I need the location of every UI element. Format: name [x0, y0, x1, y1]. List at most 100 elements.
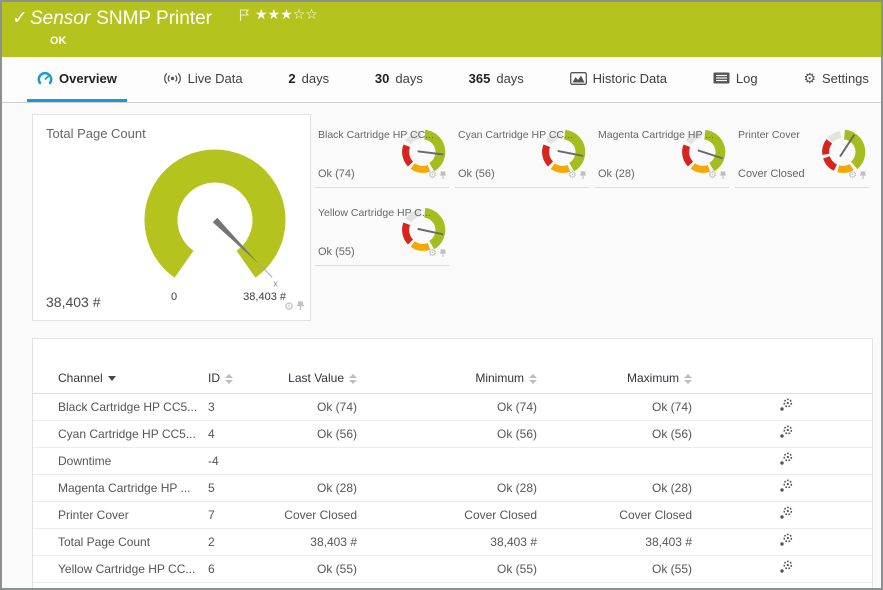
tab-log[interactable]: Log: [703, 57, 768, 102]
tab-label: Live Data: [187, 70, 243, 86]
tile-tools: ⚙: [568, 167, 587, 185]
prtg-sensor-window: ✓ Sensor SNMP Printer ★★★☆☆ OK Overview Li…: [0, 0, 883, 590]
tile-value: Ok (55): [318, 246, 355, 258]
priority-stars[interactable]: ★★★☆☆: [255, 6, 318, 23]
cell-channel: Printer Cover: [58, 501, 208, 529]
cell-channel: Total Page Count: [58, 528, 208, 556]
edit-channel-icon[interactable]: [779, 560, 793, 574]
gear-icon[interactable]: ⚙: [848, 171, 857, 181]
gear-icon[interactable]: ⚙: [284, 302, 294, 313]
gear-icon[interactable]: ⚙: [428, 171, 437, 181]
cell-maximum: Ok (56): [545, 420, 700, 448]
tab-2-days[interactable]: 2 days: [278, 57, 339, 102]
table-row: Yellow Cartridge HP CC... 6 Ok (55) Ok (55)…: [33, 555, 872, 583]
column-label: Last Value: [288, 370, 344, 385]
column-header-last[interactable]: Last Value: [283, 363, 365, 394]
column-header-min[interactable]: Minimum: [365, 363, 545, 394]
tab-365-days[interactable]: 365 days: [459, 57, 534, 102]
column-header-id[interactable]: ID: [208, 363, 283, 394]
tile-title: Magenta Cartridge HP ...: [598, 129, 714, 141]
tab-label: Historic Data: [592, 70, 668, 86]
column-header-max[interactable]: Maximum: [545, 363, 700, 394]
cell-id: -4: [208, 447, 283, 475]
spacer: [33, 447, 58, 475]
spacer: [33, 474, 58, 502]
cell-id: 5: [208, 474, 283, 502]
gear-icon[interactable]: ⚙: [568, 171, 577, 181]
flag-icon[interactable]: [239, 9, 250, 27]
spacer: [33, 420, 58, 448]
tab-label: Log: [735, 70, 758, 86]
pin-icon[interactable]: [579, 167, 587, 185]
tab-settings[interactable]: ⚙ Settings: [793, 57, 879, 102]
cell-minimum: 38,403 #: [365, 528, 545, 556]
spacer: [33, 555, 58, 583]
tile-tools: ⚙: [428, 245, 447, 263]
cell-last-value: 38,403 #: [283, 528, 365, 556]
channel-table-panel: Channel ID Last Value Minimum Maximum Black …: [32, 338, 873, 588]
tab-overview[interactable]: Overview: [27, 57, 127, 102]
tile-value: Ok (74): [318, 168, 355, 180]
tile-title: Yellow Cartridge HP C...: [318, 207, 431, 219]
gauge-scale-max: 38,403 #: [243, 291, 286, 303]
channel-tile-0[interactable]: Black Cartridge HP CC... Ok (74) ⚙: [315, 119, 449, 188]
edit-channel-icon[interactable]: [779, 452, 793, 466]
table-row: Black Cartridge HP CC5... 3 Ok (74) Ok (74)…: [33, 393, 872, 421]
gauge-scale-min: 0: [170, 291, 178, 303]
pin-icon[interactable]: [296, 298, 305, 316]
cell-id: 3: [208, 393, 283, 421]
cell-maximum: Ok (55): [545, 555, 700, 583]
sort-icon: [225, 373, 233, 384]
spacer: [33, 393, 58, 421]
channel-tile-3[interactable]: Printer Cover Cover Closed ⚙: [735, 119, 869, 188]
chart-icon: [569, 71, 587, 85]
channel-tile-4[interactable]: Yellow Cartridge HP C... Ok (55) ⚙: [315, 197, 449, 266]
edit-channel-icon[interactable]: [779, 398, 793, 412]
tile-title: Cyan Cartridge HP CC...: [458, 129, 573, 141]
svg-text:x: x: [273, 278, 278, 288]
cell-id: 6: [208, 555, 283, 583]
table-row: Downtime -4: [33, 447, 872, 475]
pin-icon[interactable]: [439, 245, 447, 263]
edit-channel-icon[interactable]: [779, 533, 793, 547]
tab-number: 365: [468, 70, 491, 86]
table-row: Magenta Cartridge HP ... 5 Ok (28) Ok (28) O…: [33, 474, 872, 502]
panel-tools: ⚙: [284, 298, 305, 316]
page-title: Sensor SNMP Printer: [30, 8, 212, 30]
tab-historic-data[interactable]: Historic Data: [560, 57, 677, 102]
cell-id: 4: [208, 420, 283, 448]
tab-30-days[interactable]: 30 days: [365, 57, 433, 102]
gear-icon: ⚙: [803, 69, 816, 86]
edit-channel-icon[interactable]: [779, 425, 793, 439]
gear-icon[interactable]: ⚙: [708, 171, 717, 181]
channel-tile-1[interactable]: Cyan Cartridge HP CC... Ok (56) ⚙: [455, 119, 589, 188]
tab-bar: Overview Live Data 2 days 30 days 365 days Histo…: [2, 57, 881, 103]
pin-icon[interactable]: [859, 167, 867, 185]
channel-table: Channel ID Last Value Minimum Maximum Black …: [33, 363, 872, 583]
pin-icon[interactable]: [719, 167, 727, 185]
tile-title: Black Cartridge HP CC...: [318, 129, 434, 141]
gear-icon[interactable]: ⚙: [428, 249, 437, 259]
gauge-current-value: 38,403 #: [46, 294, 101, 310]
cell-last-value: [283, 447, 365, 475]
channel-tile-2[interactable]: Magenta Cartridge HP ... Ok (28) ⚙: [595, 119, 729, 188]
sort-icon: [349, 373, 357, 384]
total-page-count-panel[interactable]: Total Page Count x 0 38,403 # 38,403 # ⚙: [32, 114, 311, 321]
column-header-channel[interactable]: Channel: [58, 363, 208, 394]
tile-value: Ok (56): [458, 168, 495, 180]
cell-maximum: 38,403 #: [545, 528, 700, 556]
column-label: Minimum: [475, 370, 524, 385]
status-badge: OK: [50, 35, 67, 47]
sensor-title: SNMP Printer: [96, 8, 212, 29]
sort-icon: [684, 373, 692, 384]
pin-icon[interactable]: [439, 167, 447, 185]
tab-live-data[interactable]: Live Data: [153, 57, 253, 102]
cell-channel: Black Cartridge HP CC5...: [58, 393, 208, 421]
tab-label: days: [496, 70, 524, 86]
tab-number: 2: [288, 70, 296, 86]
edit-channel-icon[interactable]: [779, 506, 793, 520]
edit-channel-icon[interactable]: [779, 479, 793, 493]
cell-minimum: [365, 447, 545, 475]
cell-minimum: Ok (56): [365, 420, 545, 448]
tile-tools: ⚙: [708, 167, 727, 185]
